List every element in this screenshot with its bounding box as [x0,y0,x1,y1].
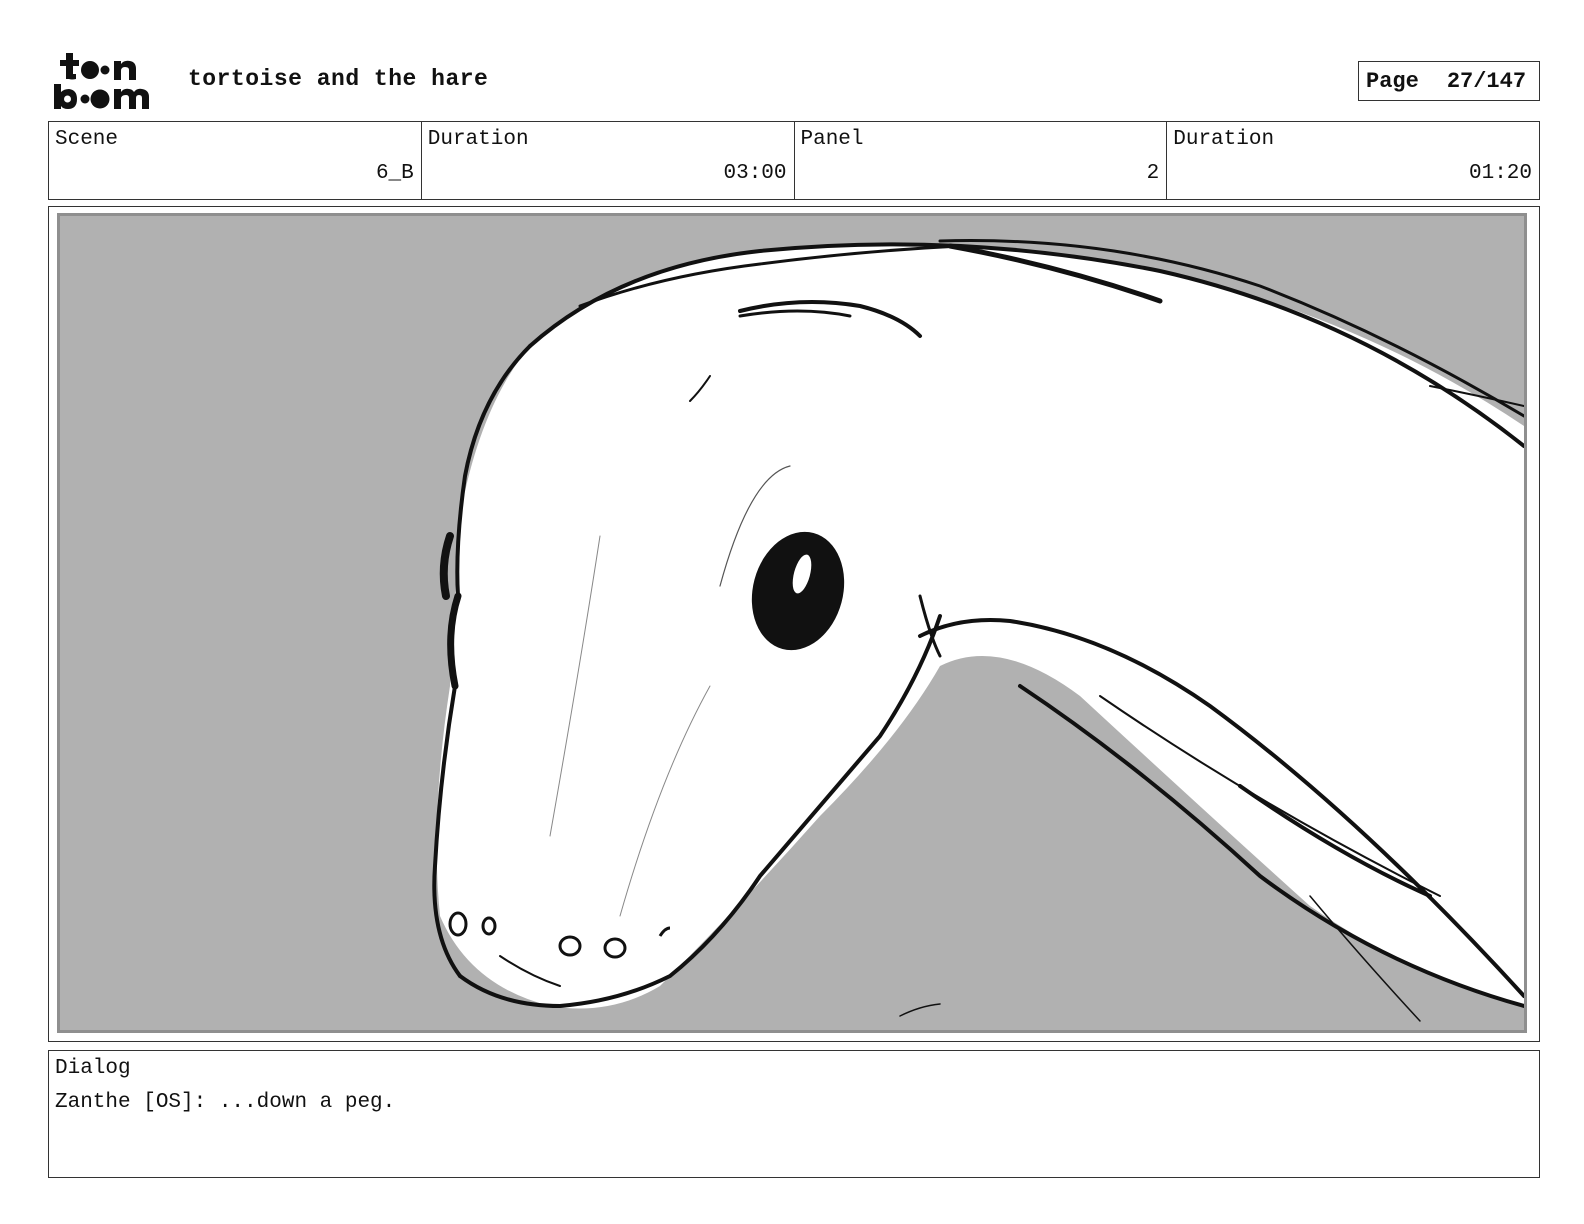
scene-duration-cell: Duration 03:00 [422,122,795,199]
dialog-text: Zanthe [OS]: ...down a peg. [55,1091,396,1114]
scene-duration-label: Duration [427,128,529,151]
scene-duration-value: 03:00 [723,162,787,185]
creature-sketch-icon [432,239,1524,1022]
scene-value: 6_B [375,162,414,185]
scene-cell: Scene 6_B [49,122,422,199]
scene-info-row: Scene 6_B Duration 03:00 Panel 2 Duratio… [48,121,1540,200]
toon-boom-logo [52,50,164,112]
project-title: tortoise and the hare [188,66,489,92]
page-label: Page [1366,68,1419,94]
panel-label: Panel [800,128,864,151]
panel-value: 2 [1146,162,1160,185]
page-indicator: Page 27/147 [1358,61,1540,101]
panel-duration-value: 01:20 [1468,162,1532,185]
storyboard-panel-image [57,213,1527,1033]
page-number: 27/147 [1446,68,1527,94]
storyboard-panel-frame [48,206,1540,1042]
scene-label: Scene [55,128,119,151]
panel-duration-cell: Duration 01:20 [1167,122,1539,199]
dialog-box: Dialog Zanthe [OS]: ...down a peg. [48,1050,1540,1178]
panel-cell: Panel 2 [795,122,1168,199]
panel-duration-label: Duration [1173,128,1275,151]
dialog-label: Dialog [55,1057,131,1080]
